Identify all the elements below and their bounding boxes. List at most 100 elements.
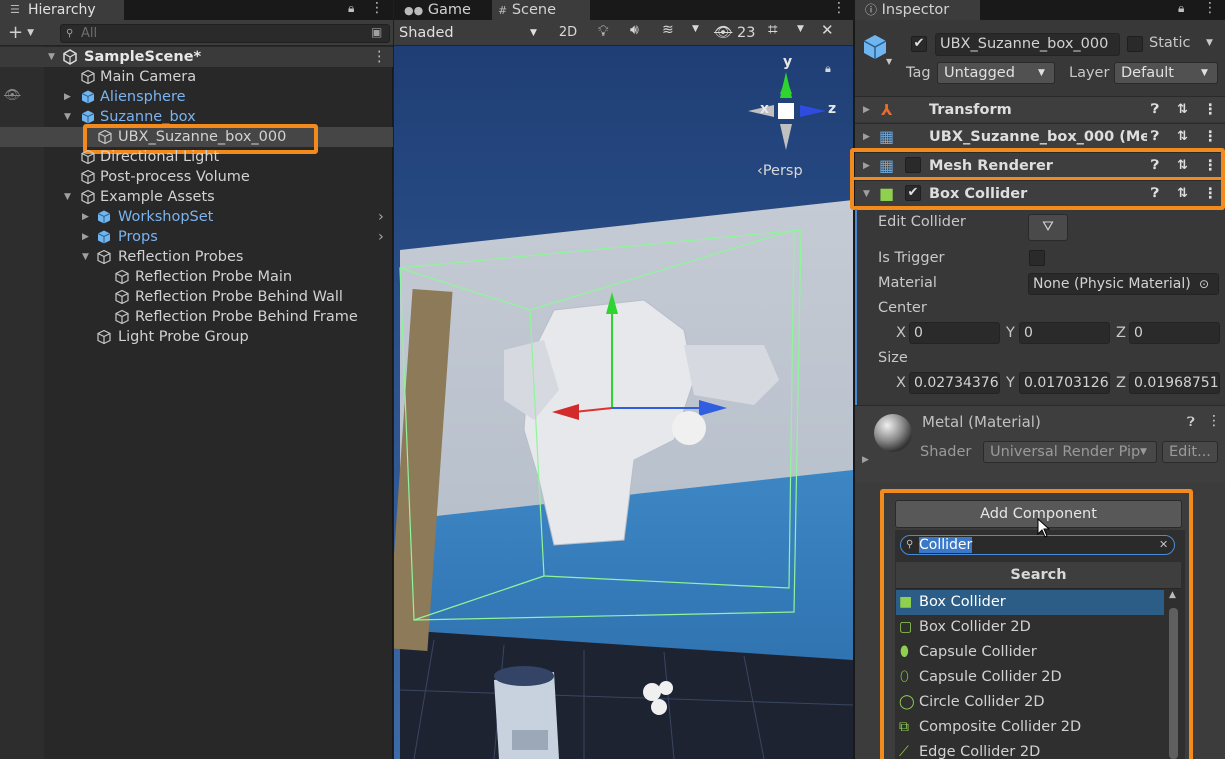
size-x-field[interactable]: 0.02734376 <box>909 372 1000 394</box>
dropdown-arrow-icon: ▼ <box>1201 68 1208 78</box>
tag-dropdown[interactable]: Untagged ▼ <box>937 62 1055 84</box>
material-foldout-icon[interactable]: ▶ <box>862 455 869 465</box>
material-label: Material <box>878 275 937 291</box>
edit-collider-button[interactable]: ⛛ <box>1028 214 1068 241</box>
inspector-lock-icon[interactable]: 🔒︎ <box>1178 1 1184 16</box>
edit-collider-label: Edit Collider <box>878 214 966 230</box>
scene-menu-icon[interactable]: ⋮ <box>372 47 387 67</box>
search-options-icon[interactable]: ▣ <box>371 25 382 39</box>
lighting-toggle-icon[interactable]: 💡︎ <box>598 22 609 40</box>
collapse-arrow-icon[interactable]: ▶ <box>863 124 870 150</box>
grid-toggle-icon[interactable]: ⌗ <box>768 20 778 40</box>
gizmo-axis-z-label: z <box>828 101 837 117</box>
hierarchy-item-post-process-volume[interactable]: Post-process Volume <box>0 167 393 187</box>
audio-toggle-icon[interactable]: 🔊︎ <box>630 22 639 38</box>
expand-arrow-icon[interactable]: ▼ <box>64 107 71 127</box>
center-y-field[interactable]: 0 <box>1019 322 1110 344</box>
presets-icon[interactable]: ⇅ <box>1177 97 1188 123</box>
kebab-menu-icon[interactable]: ⋮ <box>370 0 384 16</box>
hidden-objects-toggle[interactable]: 👁︎ 23 <box>714 22 755 44</box>
static-dropdown-icon[interactable]: ▼ <box>1206 38 1213 48</box>
expand-arrow-icon[interactable]: ▼ <box>48 47 55 67</box>
object-picker-icon[interactable]: ⊙ <box>1199 274 1210 294</box>
layer-dropdown[interactable]: Default ▼ <box>1114 62 1218 84</box>
material-field[interactable]: None (Physic Material) ⊙ <box>1028 273 1219 295</box>
hierarchy-item-reflection-probe-behind-wall[interactable]: Reflection Probe Behind Wall <box>0 287 393 307</box>
shader-dropdown[interactable]: Universal Render Pip ▼ <box>983 441 1157 463</box>
create-button[interactable]: + ▼ <box>8 22 44 44</box>
scene-viewport[interactable] <box>394 0 853 759</box>
expand-arrow-icon[interactable]: ▶ <box>82 207 89 227</box>
tab-game[interactable]: ●● Game <box>398 0 490 20</box>
static-checkbox[interactable] <box>1127 36 1143 52</box>
persp-text: Persp <box>762 163 803 179</box>
shader-edit-button[interactable]: Edit... <box>1162 441 1218 463</box>
hierarchy-item-reflection-probe-behind-frame[interactable]: Reflection Probe Behind Frame <box>0 307 393 327</box>
hierarchy-item-label: Reflection Probe Main <box>135 269 293 285</box>
is-trigger-label: Is Trigger <box>878 250 945 266</box>
expand-arrow-icon[interactable]: ▼ <box>64 187 71 207</box>
open-prefab-chevron-icon[interactable]: › <box>378 207 384 227</box>
hierarchy-item-directional-light[interactable]: Directional Light <box>0 147 393 167</box>
effects-dropdown-icon[interactable]: ▼ <box>692 24 699 34</box>
hierarchy-item-reflection-probes[interactable]: ▼ Reflection Probes <box>0 247 393 267</box>
presets-icon[interactable]: ⇅ <box>1177 124 1188 150</box>
hierarchy-item-workshopset[interactable]: ▶ WorkshopSet › <box>0 207 393 227</box>
gameobject-prefab-icon[interactable] <box>861 33 889 63</box>
hierarchy-item-props[interactable]: ▶ Props › <box>0 227 393 247</box>
object-name-field[interactable]: UBX_Suzanne_box_000 <box>935 33 1120 56</box>
lock-icon[interactable]: 🔒︎ <box>348 1 354 16</box>
tag-value: Untagged <box>944 65 1015 81</box>
tab-scene[interactable]: # Scene <box>492 0 590 20</box>
help-icon[interactable]: ❓︎ <box>1151 124 1159 150</box>
size-y-field[interactable]: 0.01703126 <box>1019 372 1110 394</box>
expand-arrow-icon[interactable]: ▼ <box>82 247 89 267</box>
active-checkbox[interactable]: ✔ <box>911 36 927 52</box>
expand-arrow-icon[interactable]: ▶ <box>82 227 89 247</box>
material-sphere-icon[interactable] <box>873 413 913 453</box>
shading-mode-dropdown[interactable]: Shaded ▼ <box>396 22 544 44</box>
hierarchy-item-reflection-probe-main[interactable]: Reflection Probe Main <box>0 267 393 287</box>
center-z-field[interactable]: 0 <box>1129 322 1220 344</box>
effects-toggle-icon[interactable]: ≋ <box>662 22 674 38</box>
size-label: Size <box>878 350 908 366</box>
material-menu-icon[interactable]: ⋮ <box>1207 413 1221 429</box>
icon-dropdown-icon[interactable]: ▼ <box>886 57 892 66</box>
mode-2d-toggle[interactable]: 2D <box>553 22 583 44</box>
component-menu-icon[interactable]: ⋮ <box>1203 124 1218 150</box>
tools-icon[interactable]: ✕ <box>821 21 834 39</box>
material-help-icon[interactable]: ❓︎ <box>1187 415 1195 430</box>
expand-arrow-icon[interactable]: ▶ <box>64 87 71 107</box>
scene-kebab-icon[interactable]: ⋮ <box>832 0 846 16</box>
persp-label[interactable]: ‹Persp <box>757 163 803 179</box>
hierarchy-item-main-camera[interactable]: Main Camera <box>0 67 393 87</box>
dropdown-arrow-icon: ▼ <box>1140 447 1147 457</box>
hierarchy-item-label: WorkshopSet <box>118 209 214 225</box>
tab-inspector[interactable]: ⓘ Inspector <box>855 0 980 20</box>
hierarchy-item-light-probe-group[interactable]: Light Probe Group <box>0 327 393 347</box>
hidden-eye-icon: 👁︎ <box>714 25 733 41</box>
search-icon: ⚲ <box>66 28 74 39</box>
hierarchy-search-input[interactable]: ⚲ All <box>60 24 390 43</box>
component-mesh-filter[interactable]: ▶ ▦ UBX_Suzanne_box_000 (Mes ❓︎ ⇅ ⋮ <box>855 123 1225 149</box>
hierarchy-item-example-assets[interactable]: ▼ Example Assets <box>0 187 393 207</box>
grid-dropdown-icon[interactable]: ▼ <box>797 24 804 34</box>
hierarchy-item-aliensphere[interactable]: ▶ Aliensphere <box>0 87 393 107</box>
inspector-kebab-icon[interactable]: ⋮ <box>1203 0 1217 16</box>
gizmo-lock-icon[interactable]: 🔒︎ <box>825 62 831 76</box>
component-menu-icon[interactable]: ⋮ <box>1203 97 1218 123</box>
tab-hierarchy[interactable]: ☰ Hierarchy <box>0 0 124 20</box>
static-label: Static <box>1149 35 1191 51</box>
size-x-label: X <box>896 375 906 391</box>
collapse-arrow-icon[interactable]: ▶ <box>863 97 870 123</box>
component-transform[interactable]: ▶ ⅄ Transform ❓︎ ⇅ ⋮ <box>855 96 1225 122</box>
size-z-field[interactable]: 0.01968751 <box>1129 372 1220 394</box>
scene-root-row[interactable]: ▼ SampleScene* ⋮ <box>0 47 393 67</box>
hierarchy-item-label: Reflection Probes <box>118 249 244 265</box>
gameobject-cube-icon <box>115 309 129 325</box>
help-icon[interactable]: ❓︎ <box>1151 97 1159 123</box>
open-prefab-chevron-icon[interactable]: › <box>378 227 384 247</box>
is-trigger-checkbox[interactable] <box>1029 250 1045 266</box>
material-name: Metal (Material) <box>922 413 1041 431</box>
center-x-field[interactable]: 0 <box>909 322 1000 344</box>
